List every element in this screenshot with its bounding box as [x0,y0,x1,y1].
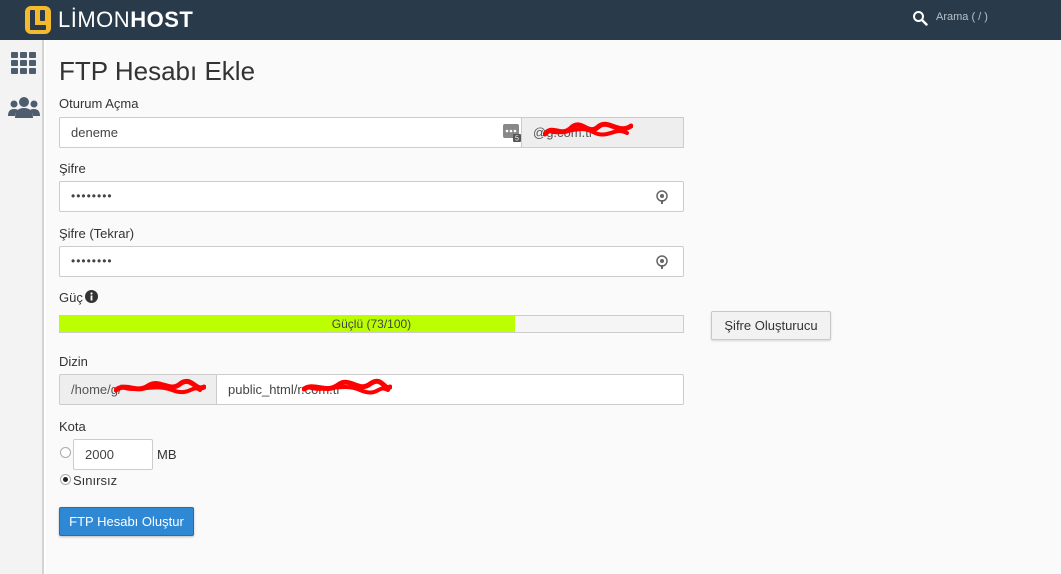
password-confirm-label: Şifre (Tekrar) [59,226,135,241]
svg-text:5: 5 [515,136,519,143]
top-bar: LİMONHOST Arama ( / ) [0,0,1061,40]
quota-input[interactable]: 2000 [73,439,153,470]
lastpass-icon[interactable]: 5 [503,124,521,142]
sidebar [0,40,44,574]
logo[interactable]: LİMONHOST [24,4,193,36]
logo-text: LİMONHOST [58,7,194,32]
login-input[interactable]: deneme [59,117,522,148]
directory-label: Dizin [59,354,88,369]
redaction-mark [302,378,392,395]
users-icon[interactable] [8,96,40,118]
info-icon[interactable] [85,290,98,303]
password-label: Şifre [59,161,86,176]
strength-text: Güçlü (73/100) [331,317,412,331]
redaction-mark [543,121,633,137]
search-placeholder[interactable]: Arama ( / ) [936,11,988,23]
search-icon[interactable] [912,10,928,26]
show-password-icon[interactable] [656,190,668,204]
password-confirm-input[interactable]: •••••••• [59,246,684,277]
quota-label: Kota [59,419,86,434]
quota-unlimited-label[interactable]: Sınırsız [73,473,117,488]
quota-unit: MB [157,447,177,462]
quota-unlimited-radio[interactable] [60,474,71,485]
create-ftp-account-button[interactable]: FTP Hesabı Oluştur [59,507,194,536]
grid-icon[interactable] [10,52,36,74]
redaction-mark [114,378,206,395]
show-password-confirm-icon[interactable] [656,255,668,269]
strength-label: Güç [59,290,83,305]
limonhost-logo-icon [25,6,51,34]
directory-input[interactable]: public_html/r.com.tr [216,374,684,405]
password-input[interactable]: •••••••• [59,181,684,212]
login-label: Oturum Açma [59,96,139,111]
quota-limited-radio[interactable] [60,447,71,458]
strength-meter: Güçlü (73/100) [59,315,684,333]
page-title: FTP Hesabı Ekle [59,56,256,86]
password-generator-button[interactable]: Şifre Oluşturucu [711,311,831,340]
